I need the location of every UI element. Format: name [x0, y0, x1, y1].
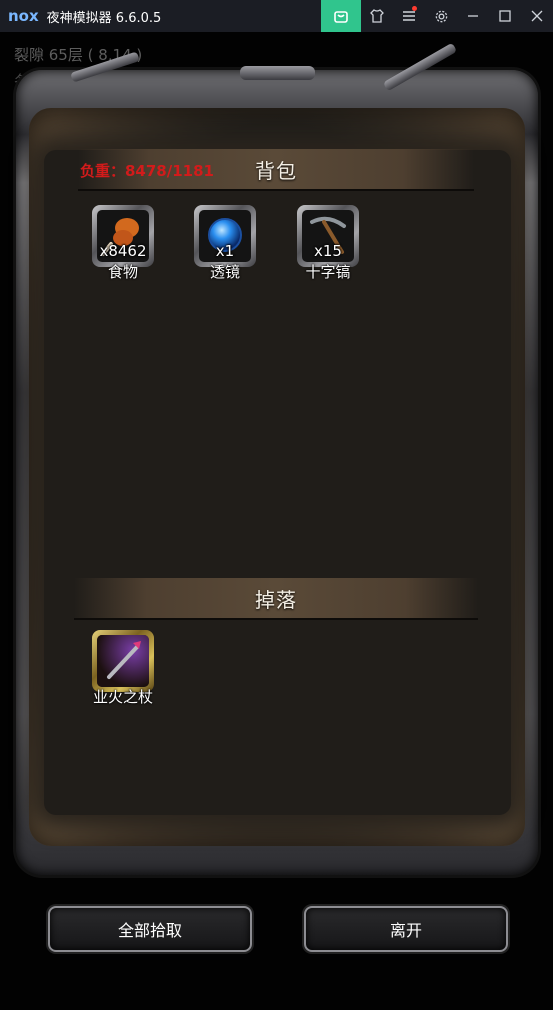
title-bar: nox 夜神模拟器 6.6.0.5 — [0, 0, 553, 32]
notification-dot — [412, 6, 417, 11]
menu-icon[interactable] — [393, 0, 425, 32]
drops-banner: 掉落 — [74, 578, 478, 620]
staff-icon — [97, 635, 149, 687]
minimize-icon[interactable] — [457, 0, 489, 32]
item-name: 透镜 — [209, 263, 240, 281]
leave-button[interactable]: 离开 — [304, 906, 508, 952]
drops-title: 掉落 — [255, 587, 297, 612]
window-controls — [321, 0, 553, 32]
item-quantity: x1 — [215, 242, 235, 260]
item-quantity: x8462 — [99, 242, 147, 260]
item-quantity: x15 — [314, 242, 342, 260]
backpack-item-lens[interactable]: x1 透镜 — [194, 205, 260, 287]
backpack-item-pickaxe[interactable]: x15 十字镐 — [297, 205, 363, 287]
item-name: 十字镐 — [305, 263, 351, 281]
close-icon[interactable] — [521, 0, 553, 32]
drop-item-staff[interactable]: 业火之杖 — [92, 630, 158, 712]
shirt-icon[interactable] — [361, 0, 393, 32]
frame-spike — [240, 66, 315, 80]
backpack-item-food[interactable]: x8462 食物 — [92, 205, 158, 287]
weight-indicator: 负重：8478/1181 — [80, 162, 214, 180]
store-icon[interactable] — [321, 0, 361, 32]
item-name: 食物 — [107, 263, 138, 281]
nox-logo: nox — [8, 7, 39, 25]
window-title: 夜神模拟器 6.6.0.5 — [46, 10, 162, 26]
maximize-icon[interactable] — [489, 0, 521, 32]
backpack-title: 背包 — [255, 158, 297, 183]
item-name: 业火之杖 — [92, 688, 153, 706]
gear-icon[interactable] — [425, 0, 457, 32]
pickup-all-button[interactable]: 全部拾取 — [48, 906, 252, 952]
item-slot — [92, 630, 154, 692]
